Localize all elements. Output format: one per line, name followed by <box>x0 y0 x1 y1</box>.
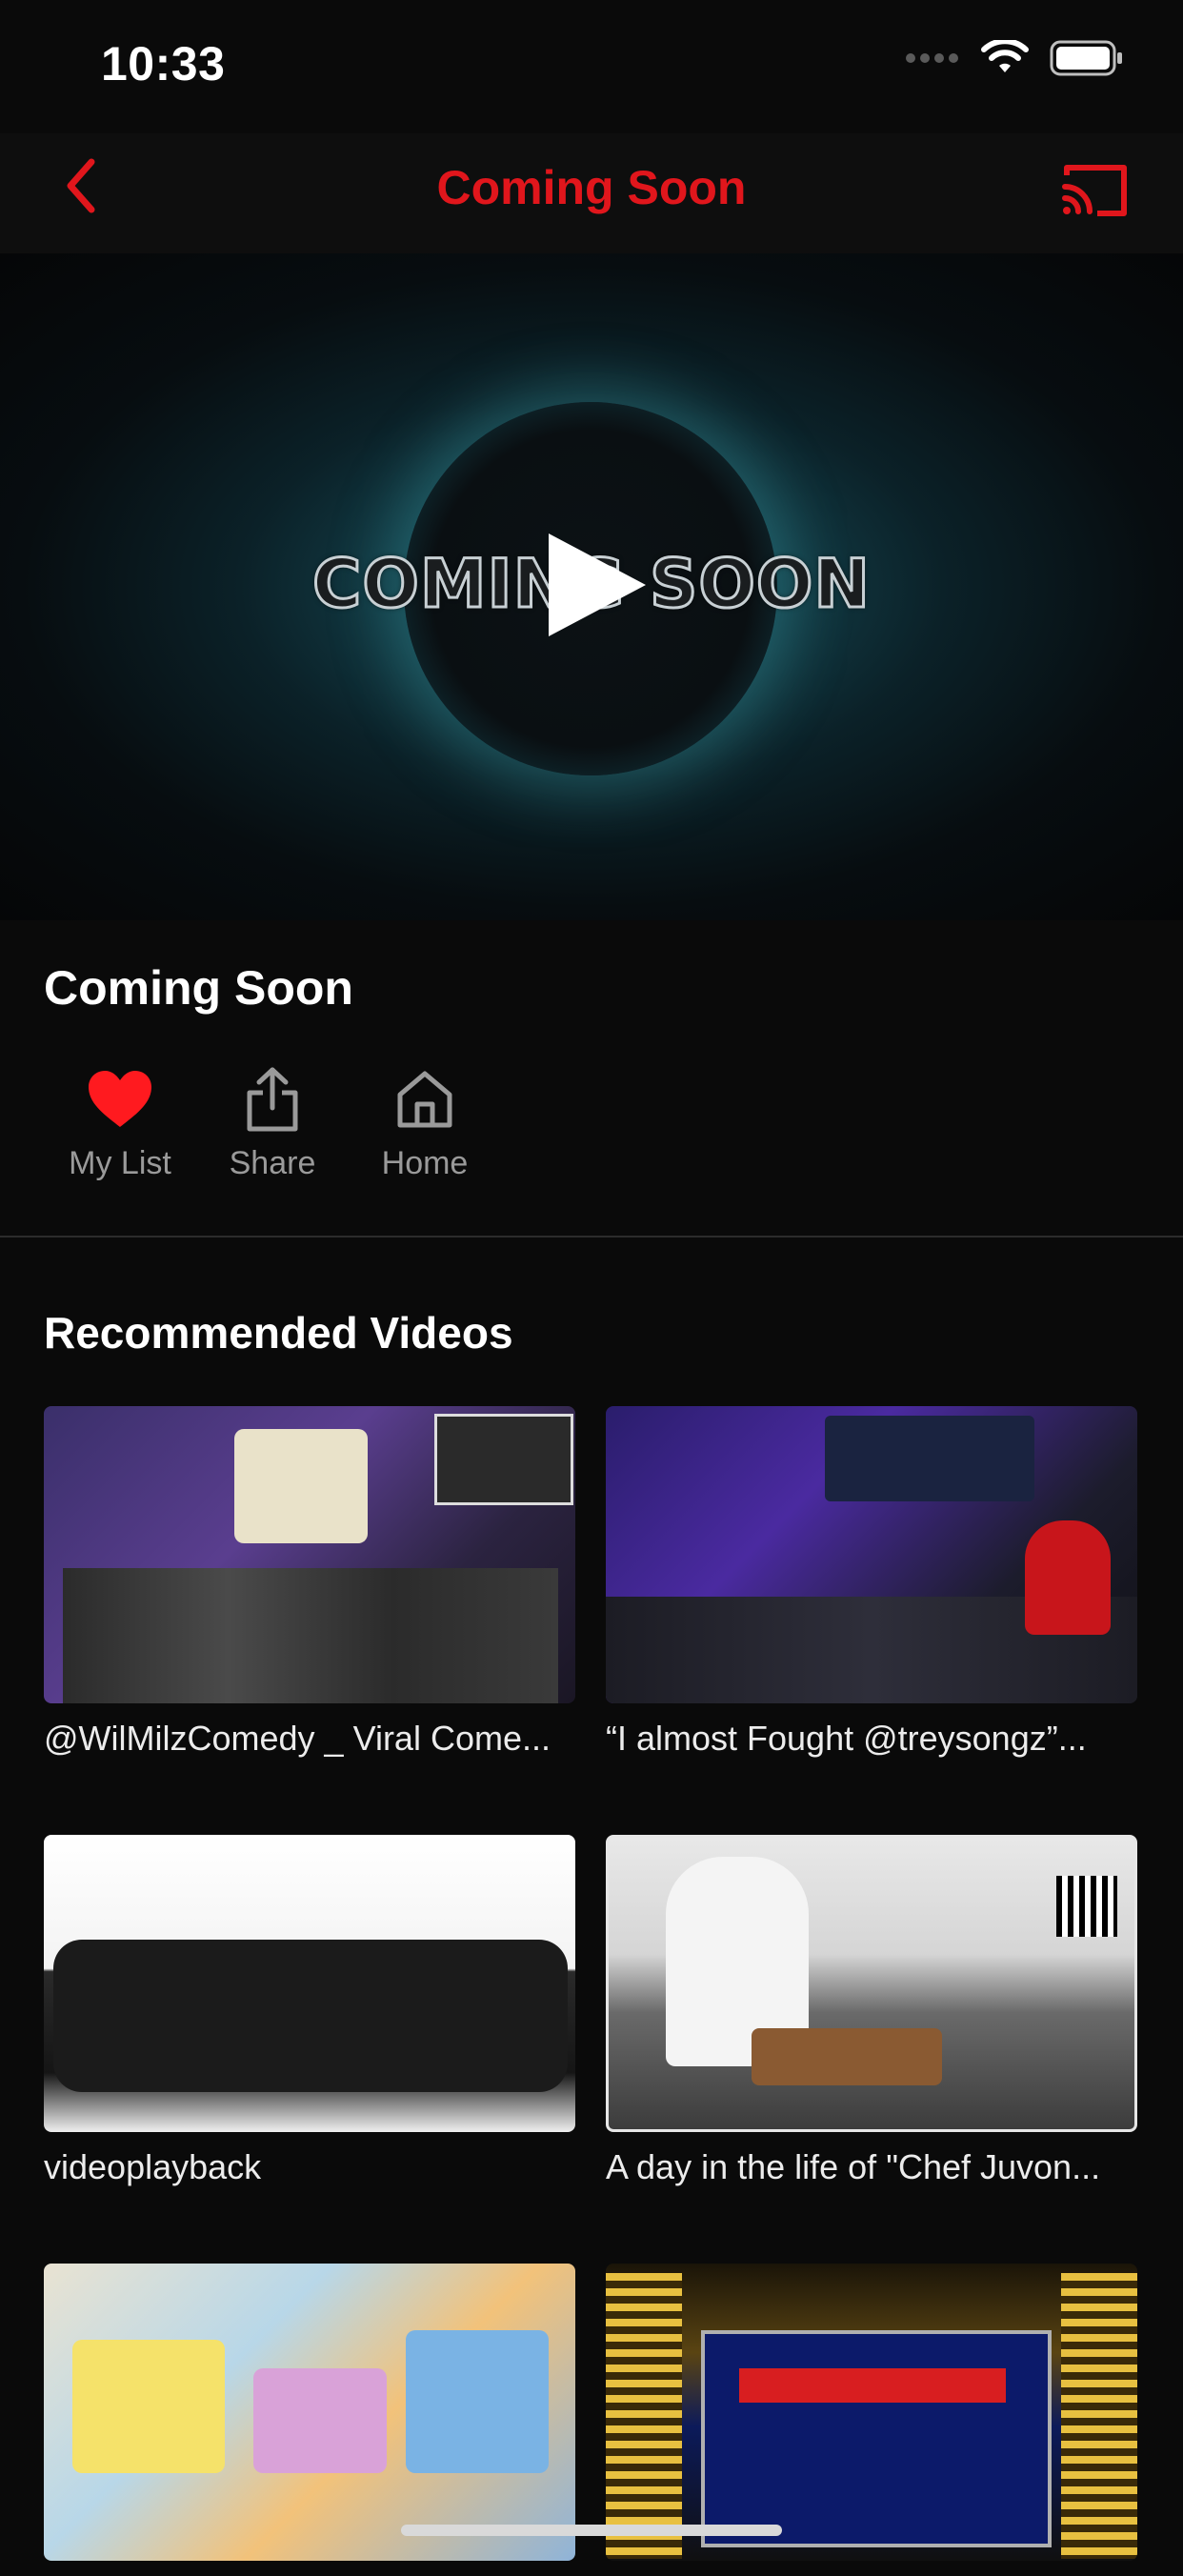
video-thumbnail <box>44 2264 575 2561</box>
video-card[interactable]: “I almost Fought @treysongz”... <box>606 1406 1137 1759</box>
heart-icon <box>89 1071 151 1127</box>
status-time: 10:33 <box>101 37 226 91</box>
nav-bar: Coming Soon <box>0 133 1183 253</box>
action-row: My List Share Home <box>44 1065 501 1182</box>
thumbnail-detail <box>234 1429 368 1543</box>
home-indicator[interactable] <box>401 2525 782 2536</box>
play-icon <box>549 533 646 636</box>
status-icons <box>905 40 1124 76</box>
thumbnail-detail <box>1061 2273 1137 2559</box>
home-icon <box>397 1071 452 1128</box>
thumbnail-detail <box>63 1568 558 1703</box>
thumbnail-detail <box>72 2340 225 2473</box>
heart-icon-wrap <box>86 1065 154 1134</box>
thumbnail-detail <box>434 1414 573 1505</box>
video-title: Coming Soon <box>44 961 353 1015</box>
video-thumbnail <box>606 1835 1137 2132</box>
battery-icon <box>1050 40 1122 76</box>
play-button[interactable] <box>539 528 653 642</box>
thumbnail-detail <box>752 2028 942 2085</box>
thumbnail-detail <box>406 2330 549 2473</box>
thumbnail-detail <box>253 2368 387 2473</box>
video-card[interactable]: videoplayback <box>44 1835 575 2187</box>
recommended-heading: Recommended Videos <box>44 1308 513 1358</box>
video-card-title: “I almost Fought @treysongz”... <box>606 1719 1087 1758</box>
share-icon <box>247 1067 298 1132</box>
video-thumbnail <box>606 2264 1137 2561</box>
share-button[interactable]: Share <box>196 1065 349 1182</box>
video-card-title: videoplayback <box>44 2147 262 2186</box>
divider <box>0 1236 1183 1238</box>
signal-icon <box>906 53 958 63</box>
thumbnail-detail <box>53 1940 568 2092</box>
video-thumbnail <box>606 1406 1137 1703</box>
thumbnail-detail <box>1025 1520 1111 1635</box>
video-card-title: A day in the life of "Chef Juvon... <box>606 2147 1101 2186</box>
qr-code <box>1056 1876 1117 1937</box>
page-title: Coming Soon <box>436 161 747 214</box>
share-label: Share <box>229 1145 316 1181</box>
cast-button[interactable] <box>1059 160 1130 219</box>
my-list-label: My List <box>69 1145 171 1181</box>
thumbnail-detail <box>606 2273 682 2559</box>
cast-icon <box>1062 165 1127 216</box>
share-icon-wrap <box>238 1065 307 1134</box>
my-list-button[interactable]: My List <box>44 1065 196 1182</box>
video-thumbnail <box>44 1835 575 2132</box>
video-card[interactable]: A day in the life of "Chef Juvon... <box>606 1835 1137 2187</box>
home-icon-wrap <box>391 1065 459 1134</box>
video-thumbnail <box>44 1406 575 1703</box>
home-label: Home <box>381 1145 469 1181</box>
status-bar: 10:33 <box>0 0 1183 133</box>
thumbnail-detail <box>825 1416 1034 1501</box>
home-button[interactable]: Home <box>349 1065 501 1182</box>
video-card-title: @WilMilzComedy _ Viral Come... <box>44 1719 551 1758</box>
thumbnail-detail <box>701 2330 1052 2547</box>
video-card[interactable]: @WilMilzComedy _ Viral Come... <box>44 1406 575 1759</box>
thumbnail-detail <box>739 2368 1006 2403</box>
wifi-icon <box>981 40 1029 72</box>
